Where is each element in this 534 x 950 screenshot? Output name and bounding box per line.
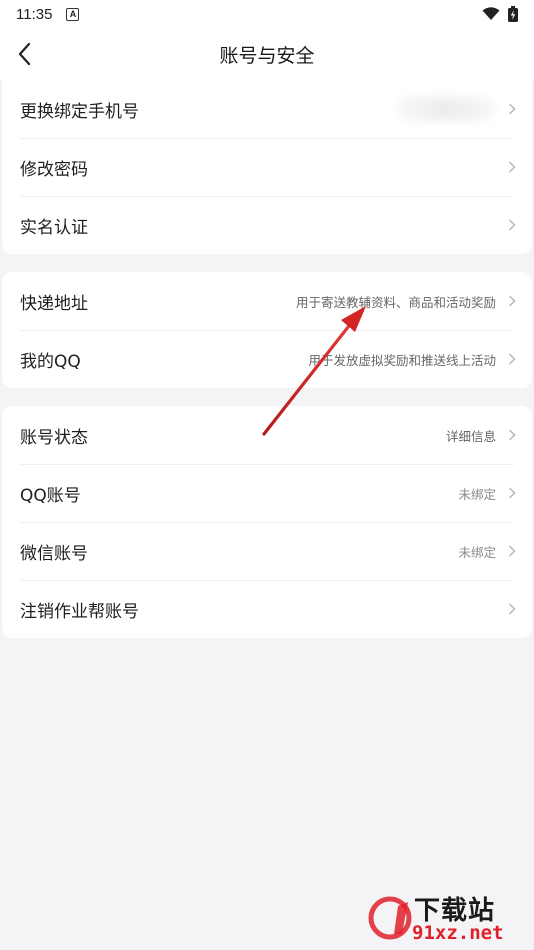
battery-charging-icon <box>508 6 518 22</box>
chevron-right-icon <box>508 545 516 557</box>
delivery-address-row[interactable]: 快递地址 用于寄送教辅资料、商品和活动奖励 <box>2 272 532 330</box>
change-password-row[interactable]: 修改密码 <box>2 138 532 196</box>
chevron-right-icon <box>508 161 516 173</box>
row-label: 更换绑定手机号 <box>20 101 139 122</box>
row-label: 实名认证 <box>20 217 88 238</box>
row-label: QQ账号 <box>20 485 81 506</box>
real-name-verification-row[interactable]: 实名认证 <box>2 196 532 254</box>
row-label: 注销作业帮账号 <box>20 601 139 622</box>
chevron-right-icon <box>508 295 516 307</box>
navigation-bar: 账号与安全 <box>0 28 534 80</box>
row-label: 账号状态 <box>20 427 88 448</box>
row-label: 修改密码 <box>20 159 88 180</box>
row-value: 用于寄送教辅资料、商品和活动奖励 <box>295 294 496 310</box>
wechat-account-row[interactable]: 微信账号 未绑定 <box>2 522 532 580</box>
chevron-right-icon <box>508 603 516 615</box>
settings-group-binding: 账号状态 详细信息 QQ账号 未绑定 微信账号 未绑定 注销作业帮账号 <box>2 406 532 638</box>
row-value: 用于发放虚拟奖励和推送线上活动 <box>308 352 496 368</box>
blurred-phone-number <box>396 94 496 124</box>
a-icon: A <box>66 7 80 21</box>
chevron-right-icon <box>508 429 516 441</box>
wifi-icon <box>482 7 500 20</box>
back-arrow-icon[interactable] <box>14 41 40 67</box>
chevron-right-icon <box>508 219 516 231</box>
chevron-right-icon <box>508 353 516 365</box>
row-value: 未绑定 <box>458 486 496 502</box>
status-bar: 11:35 A <box>0 0 534 28</box>
qq-account-row[interactable]: QQ账号 未绑定 <box>2 464 532 522</box>
cancel-account-row[interactable]: 注销作业帮账号 <box>2 580 532 638</box>
row-label: 微信账号 <box>20 543 88 564</box>
chevron-right-icon <box>508 487 516 499</box>
row-value: 未绑定 <box>458 544 496 560</box>
account-status-row[interactable]: 账号状态 详细信息 <box>2 406 532 464</box>
change-phone-row[interactable]: 更换绑定手机号 <box>2 80 532 138</box>
watermark-logo: 下载站 91xz.net <box>368 888 528 948</box>
my-qq-row[interactable]: 我的QQ 用于发放虚拟奖励和推送线上活动 <box>2 330 532 388</box>
page-title: 账号与安全 <box>219 44 315 67</box>
row-label: 我的QQ <box>20 351 81 372</box>
row-value: 详细信息 <box>445 428 496 444</box>
settings-group-account: 更换绑定手机号 修改密码 实名认证 <box>2 80 532 254</box>
status-time: 11:35 <box>16 5 53 23</box>
row-label: 快递地址 <box>20 293 88 314</box>
chevron-right-icon <box>508 103 516 115</box>
watermark-site: 91xz.net <box>412 922 504 944</box>
settings-group-contact: 快递地址 用于寄送教辅资料、商品和活动奖励 我的QQ 用于发放虚拟奖励和推送线上… <box>2 272 532 388</box>
